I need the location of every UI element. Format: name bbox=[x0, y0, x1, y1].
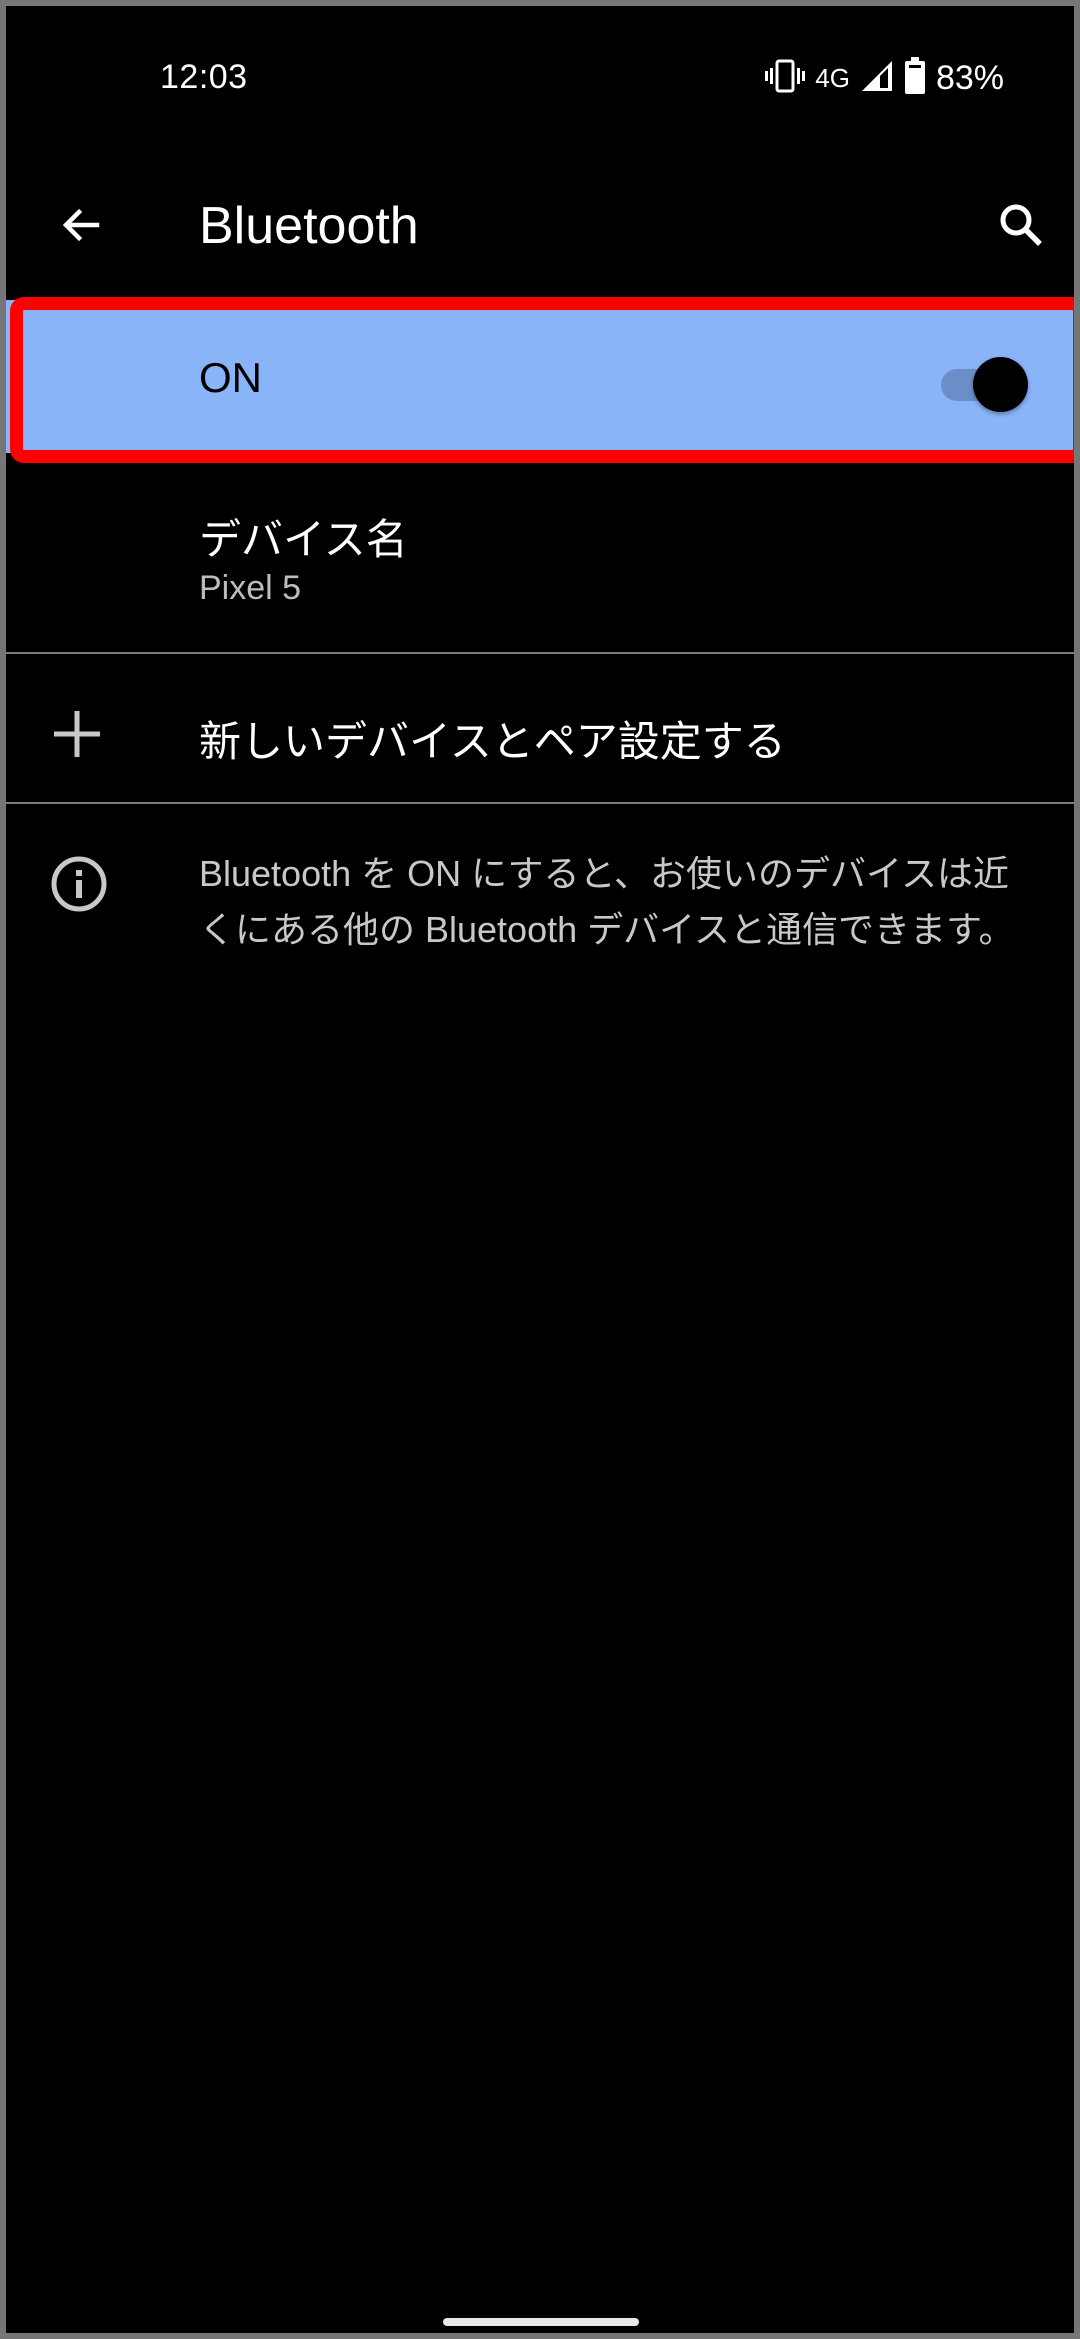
page-title: Bluetooth bbox=[199, 197, 419, 255]
divider bbox=[6, 652, 1074, 654]
pair-new-device-label: 新しいデバイスとペア設定する bbox=[199, 718, 786, 765]
arrow-back-icon bbox=[62, 208, 100, 242]
vibrate-icon bbox=[765, 59, 806, 98]
network-type: 4G bbox=[815, 62, 850, 93]
plus-icon bbox=[54, 711, 100, 757]
toggle-thumb bbox=[973, 357, 1028, 412]
divider bbox=[6, 802, 1074, 804]
signal-icon bbox=[860, 59, 894, 98]
master-switch-label: ON bbox=[199, 354, 262, 401]
battery-percent: 83% bbox=[935, 58, 1004, 97]
back-button[interactable] bbox=[46, 190, 116, 260]
status-time: 12:03 bbox=[160, 58, 248, 96]
status-icons: 4G 83% bbox=[765, 56, 1004, 100]
info-description: Bluetooth を ON にすると、お使いのデバイスは近くにある他の Blu… bbox=[199, 853, 1015, 950]
device-name-title: デバイス名 bbox=[199, 516, 408, 563]
search-icon bbox=[1000, 204, 1042, 246]
bluetooth-master-switch-row[interactable] bbox=[6, 300, 1074, 453]
info-icon bbox=[51, 856, 107, 912]
gesture-nav-handle[interactable] bbox=[443, 2318, 639, 2326]
pair-new-device-row[interactable]: 新しいデバイスとペア設定する bbox=[6, 659, 1074, 807]
battery-icon bbox=[904, 56, 926, 100]
bluetooth-toggle[interactable] bbox=[939, 357, 1029, 412]
bluetooth-settings-screen: 12:03 4G 83% Bluetooth ON デバイス名 Pixel 5 … bbox=[6, 6, 1074, 2333]
device-name-value: Pixel 5 bbox=[199, 569, 302, 607]
search-button[interactable] bbox=[986, 190, 1056, 260]
